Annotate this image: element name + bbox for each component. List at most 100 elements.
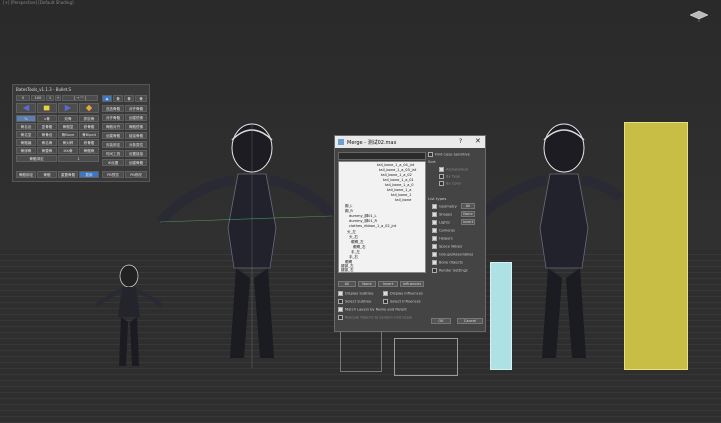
list-item[interactable]: tail_bone_1_a_04_jnt [377, 163, 414, 167]
tool-right2-1[interactable]: 创建镜像 [125, 114, 147, 121]
character-small[interactable] [94, 262, 164, 372]
list-none-button[interactable]: None [358, 281, 376, 287]
sort-alphabetical-radio[interactable]: Alphabetical [439, 167, 468, 172]
tool-btn-r2c1[interactable]: 骨骨设 [37, 131, 57, 138]
tool-right2-7[interactable]: PB修改 [125, 171, 147, 178]
list-item[interactable]: 腿部_右 [341, 268, 354, 272]
type-helpers-checkbox[interactable]: Helpers [432, 236, 453, 241]
play-icon[interactable] [58, 103, 78, 113]
tool-bottom-1[interactable]: 骨骼 [37, 171, 57, 178]
tool-btn-r3c3[interactable]: 修骨骼 [79, 139, 99, 146]
cancel-button[interactable]: Cancel [457, 318, 483, 324]
prev-key-icon[interactable] [16, 103, 36, 113]
tool-side-1[interactable]: 骨 [113, 95, 123, 102]
tool-btn-r4c1[interactable]: 骨替骨 [37, 147, 57, 154]
merge-dialog[interactable]: Merge - 测试02.max ? ✕ tail_bone_1_a_04_jn… [334, 135, 486, 332]
rescale-objects-checkbox[interactable]: Rescale Objects to System Unit Scale [338, 315, 412, 320]
tool-right-0[interactable]: 选选骨骼 [102, 105, 124, 112]
tool-btn-r3c0[interactable]: 骨骼编 [16, 139, 36, 146]
list-item[interactable]: tail_bone_1_a_01 [383, 178, 414, 182]
tools-field-1[interactable]: 1 [46, 95, 54, 101]
list-all-button[interactable]: All [338, 281, 356, 287]
tool-side-3[interactable]: 骨 [135, 95, 147, 102]
tool-right-1[interactable]: 对齐骨骼 [102, 114, 124, 121]
tool-right2-3[interactable]: 链接骨骼 [125, 132, 147, 139]
type-bones-checkbox[interactable]: Bone Objects [432, 260, 463, 265]
filter-input[interactable] [338, 152, 426, 160]
types-all-button[interactable]: All [461, 203, 475, 209]
object-list[interactable]: tail_bone_1_a_04_jnt tail_bone_1_a_03_jn… [338, 161, 426, 273]
tools-field-100[interactable]: 100 [31, 95, 45, 101]
find-case-checkbox[interactable]: Find Case Sensitive [428, 152, 470, 157]
tool-right2-5[interactable]: 设置链接 [125, 150, 147, 157]
tool-btn-r4c3[interactable]: 骨骼骨 [79, 147, 99, 154]
close-icon[interactable]: ✕ [475, 137, 481, 145]
tool-right-7[interactable]: PB预览 [102, 171, 124, 178]
tool-btn-r0c3[interactable]: 抓胶骨 [79, 115, 99, 122]
tool-btn-r0c0[interactable]: % [16, 115, 36, 122]
list-influences-button[interactable]: Influences [400, 281, 424, 287]
tool-btn-r2c3[interactable]: 骨Biped [79, 131, 99, 138]
character-large-left[interactable] [150, 118, 340, 374]
type-space-warps-checkbox[interactable]: Space Warps [432, 244, 462, 249]
types-invert-button[interactable]: Invert [461, 219, 475, 225]
tool-btn-r0c1[interactable]: x骨 [37, 115, 57, 122]
list-invert-button[interactable]: Invert [378, 281, 398, 287]
tool-btn-r1c0[interactable]: 骨名设 [16, 123, 36, 130]
sort-by-color-radio[interactable]: By Color [439, 181, 461, 186]
tool-right2-6[interactable]: 创建骨骼 [125, 159, 147, 166]
tool-bottom-update[interactable]: 更新 [79, 171, 99, 178]
tool-bottom-0[interactable]: 骨骼绑定 [16, 171, 36, 178]
tool-btn-r4c0[interactable]: 骨绑骨 [16, 147, 36, 154]
tool-right-6[interactable]: IK设置 [102, 159, 124, 166]
sort-by-type-radio[interactable]: By Type [439, 174, 460, 179]
tool-right-4[interactable]: 安装绑定 [102, 141, 124, 148]
tool-side-2[interactable]: 骨 [124, 95, 134, 102]
tool-side-0[interactable]: ◆ [102, 95, 112, 102]
tool-btn-r5c1[interactable]: 1 [58, 155, 99, 162]
select-subtree-checkbox[interactable]: Select Subtree [338, 299, 371, 304]
viewcube-icon[interactable] [688, 8, 710, 22]
tool-btn-r3c2[interactable]: 骨对称 [58, 139, 78, 146]
tool-btn-r5c0[interactable]: 骨骼绑定 [16, 155, 57, 162]
type-render-settings-checkbox[interactable]: Render Settings [432, 268, 468, 273]
list-item[interactable]: tail_bone_1_a [387, 188, 411, 192]
list-item[interactable]: clothes_ribbon_1_a_02_jnt [349, 224, 396, 228]
list-item[interactable]: tail_bone_1 [391, 193, 411, 197]
tool-btn-r1c3[interactable]: 修骨骼 [79, 123, 99, 130]
tools-plus-button[interactable]: + [55, 95, 61, 101]
tool-right2-4[interactable]: 对象属性 [125, 141, 147, 148]
type-lights-checkbox[interactable]: Lights [432, 220, 450, 225]
tool-btn-r3c1[interactable]: 骨名骨 [37, 139, 57, 146]
tool-btn-r1c1[interactable]: 显骨骼 [37, 123, 57, 130]
tool-btn-r1c2[interactable]: 骨骼显 [58, 123, 78, 130]
type-geometry-checkbox[interactable]: Geometry [432, 204, 457, 209]
tool-right2-0[interactable]: 对齐骨骼 [125, 105, 147, 112]
tools-arrow-field[interactable]: [ → "" ] [62, 95, 98, 101]
list-item[interactable]: tail_bone_1_a_0 [385, 183, 414, 187]
tool-btn-r2c2[interactable]: 骨Bone [58, 131, 78, 138]
tool-bottom-2[interactable]: 重置骨骼 [58, 171, 78, 178]
type-cameras-checkbox[interactable]: Cameras [432, 228, 455, 233]
type-shapes-checkbox[interactable]: Shapes [432, 212, 452, 217]
display-influences-checkbox[interactable]: Display Influences [383, 291, 423, 296]
tool-btn-r2c0[interactable]: 骨名显 [16, 131, 36, 138]
tool-btn-r4c2[interactable]: IKk骨 [58, 147, 78, 154]
match-layers-checkbox[interactable]: Match Layers by Name and Parent [338, 307, 407, 312]
help-icon[interactable]: ? [459, 138, 462, 145]
list-item[interactable]: tail_bone_1_a_03_jnt [379, 168, 416, 172]
tool-right-2[interactable]: 骨骼对齐 [102, 123, 124, 130]
stop-icon[interactable] [37, 103, 57, 113]
list-item[interactable]: tail_bone [395, 198, 411, 202]
viewport-label[interactable]: [+] [Perspective] [Default Shading] [3, 0, 74, 5]
character-large-right[interactable] [470, 118, 660, 374]
tool-right-5[interactable]: 时间工具 [102, 150, 124, 157]
ok-button[interactable]: OK [431, 318, 451, 324]
tool-right2-2[interactable]: 骨骼镜像 [125, 123, 147, 130]
types-none-button[interactable]: None [461, 211, 475, 217]
bates-tools-panel[interactable]: BatesTools_v1.1.3 - Bullet.S 0 100 1 + [… [12, 84, 150, 182]
tool-btn-r0c2[interactable]: 双骨 [58, 115, 78, 122]
tool-right-3[interactable]: 创建骨骼 [102, 132, 124, 139]
tools-field-0[interactable]: 0 [16, 95, 30, 101]
key-icon[interactable] [79, 103, 99, 113]
